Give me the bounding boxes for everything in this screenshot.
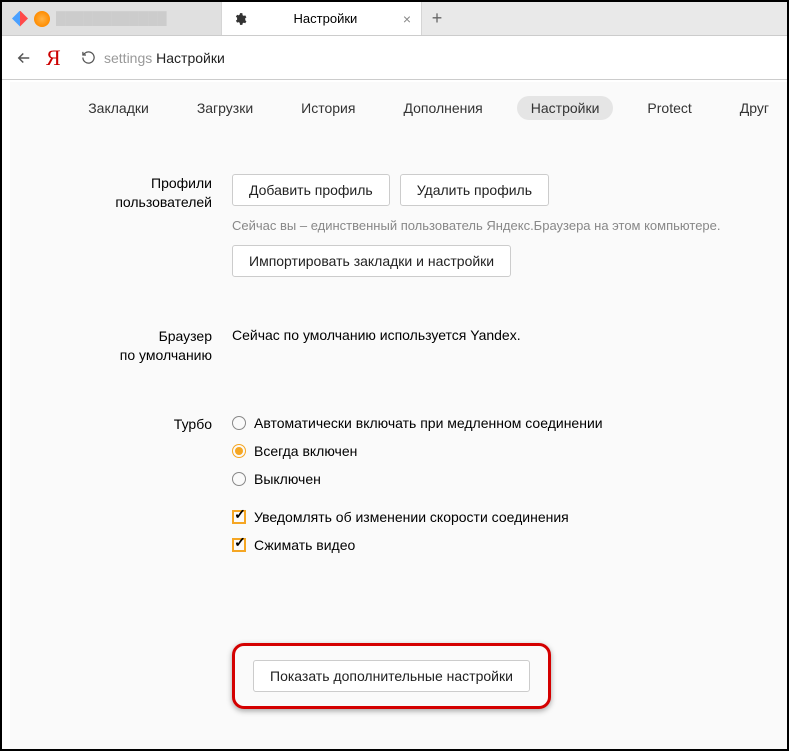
nav-history[interactable]: История bbox=[287, 96, 369, 120]
profiles-section: Профили пользователей Добавить профиль У… bbox=[2, 174, 787, 277]
turbo-video-row[interactable]: Сжимать видео bbox=[232, 537, 787, 553]
turbo-on-label: Всегда включен bbox=[254, 443, 357, 459]
gear-icon bbox=[232, 11, 248, 27]
settings-page: Закладки Загрузки История Дополнения Нас… bbox=[2, 82, 787, 749]
background-tab[interactable]: ████████████ bbox=[2, 2, 222, 35]
nav-downloads[interactable]: Загрузки bbox=[183, 96, 267, 120]
radio-icon bbox=[232, 416, 246, 430]
url-path: Настройки bbox=[156, 50, 225, 66]
show-advanced-button[interactable]: Показать дополнительные настройки bbox=[253, 660, 530, 692]
toolbar: Я settings Настройки bbox=[2, 36, 787, 80]
active-tab-title: Настройки bbox=[254, 11, 397, 26]
turbo-label: Турбо bbox=[2, 415, 232, 565]
profiles-hint: Сейчас вы – единственный пользователь Ян… bbox=[232, 218, 787, 233]
advanced-highlight: Показать дополнительные настройки bbox=[232, 643, 551, 709]
profiles-label: Профили пользователей bbox=[2, 174, 232, 277]
turbo-off-label: Выключен bbox=[254, 471, 321, 487]
default-browser-label: Браузер по умолчанию bbox=[2, 327, 232, 365]
radio-icon bbox=[232, 472, 246, 486]
url-path-muted: settings bbox=[104, 50, 156, 66]
turbo-notify-label: Уведомлять об изменении скорости соедине… bbox=[254, 509, 569, 525]
profiles-label-l1: Профили bbox=[151, 175, 212, 191]
default-label-l1: Браузер bbox=[159, 328, 212, 344]
back-button[interactable] bbox=[2, 49, 46, 67]
tab-favicon-orange-icon bbox=[34, 11, 50, 27]
reload-button[interactable] bbox=[74, 50, 102, 65]
turbo-video-label: Сжимать видео bbox=[254, 537, 355, 553]
address-bar[interactable]: settings Настройки bbox=[102, 50, 787, 66]
radio-checked-icon bbox=[232, 444, 246, 458]
new-tab-button[interactable]: + bbox=[422, 2, 452, 35]
add-profile-button[interactable]: Добавить профиль bbox=[232, 174, 390, 206]
tabstrip: ████████████ Настройки × + bbox=[2, 2, 787, 36]
close-tab-button[interactable]: × bbox=[403, 11, 411, 27]
turbo-auto-label: Автоматически включать при медленном сое… bbox=[254, 415, 603, 431]
nav-other[interactable]: Друг bbox=[726, 96, 783, 120]
turbo-notify-row[interactable]: Уведомлять об изменении скорости соедине… bbox=[232, 509, 787, 525]
settings-nav: Закладки Загрузки История Дополнения Нас… bbox=[2, 82, 787, 134]
default-label-l2: по умолчанию bbox=[120, 347, 212, 363]
turbo-on-row[interactable]: Всегда включен bbox=[232, 443, 787, 459]
nav-protect[interactable]: Protect bbox=[633, 96, 705, 120]
tab-favicon-diamond-icon bbox=[12, 11, 28, 27]
settings-content: Профили пользователей Добавить профиль У… bbox=[2, 134, 787, 565]
turbo-off-row[interactable]: Выключен bbox=[232, 471, 787, 487]
turbo-auto-row[interactable]: Автоматически включать при медленном сое… bbox=[232, 415, 787, 431]
nav-extensions[interactable]: Дополнения bbox=[389, 96, 496, 120]
active-tab[interactable]: Настройки × bbox=[222, 2, 422, 35]
profiles-label-l2: пользователей bbox=[115, 194, 212, 210]
turbo-section: Турбо Автоматически включать при медленн… bbox=[2, 415, 787, 565]
plus-icon: + bbox=[432, 8, 443, 29]
remove-profile-button[interactable]: Удалить профиль bbox=[400, 174, 549, 206]
bg-tab-title: ████████████ bbox=[56, 11, 167, 26]
default-browser-section: Браузер по умолчанию Сейчас по умолчанию… bbox=[2, 327, 787, 365]
checkbox-checked-icon bbox=[232, 538, 246, 552]
default-browser-text: Сейчас по умолчанию используется Yandex. bbox=[232, 327, 787, 343]
import-settings-button[interactable]: Импортировать закладки и настройки bbox=[232, 245, 511, 277]
checkbox-checked-icon bbox=[232, 510, 246, 524]
yandex-logo[interactable]: Я bbox=[46, 45, 74, 71]
nav-bookmarks[interactable]: Закладки bbox=[74, 96, 163, 120]
nav-settings[interactable]: Настройки bbox=[517, 96, 614, 120]
